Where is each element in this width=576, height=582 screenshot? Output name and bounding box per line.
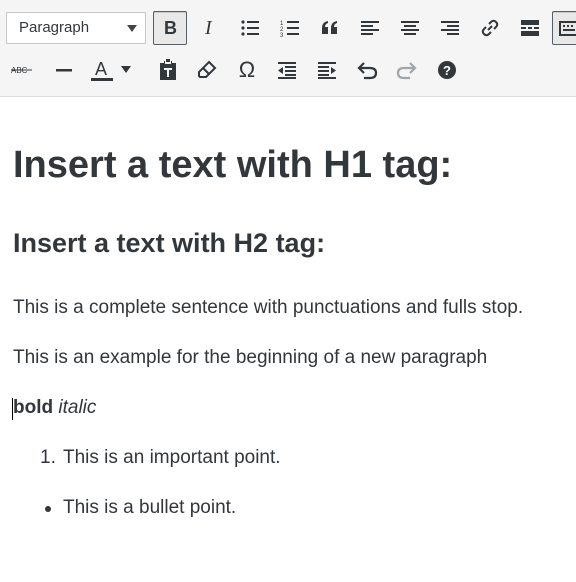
list-item-text: This is a bullet point. — [63, 497, 237, 518]
undo-button[interactable] — [350, 53, 384, 87]
bullet-list-button[interactable] — [233, 11, 267, 45]
special-character-button[interactable]: Ω — [230, 53, 264, 87]
read-more-button[interactable] — [513, 11, 547, 45]
strikethrough-icon: ABC — [10, 60, 34, 80]
strikethrough-button[interactable]: ABC — [5, 53, 39, 87]
paste-as-text-button[interactable] — [151, 53, 185, 87]
bullet-list: This is a bullet point. — [45, 497, 237, 519]
list-item-number: 1. — [40, 447, 56, 468]
bold-icon: B — [160, 18, 180, 38]
redo-icon — [396, 60, 418, 80]
omega-icon: Ω — [238, 57, 256, 82]
bold-button[interactable]: B — [153, 11, 187, 45]
increase-indent-button[interactable] — [310, 53, 344, 87]
bullet-list-icon — [240, 18, 260, 38]
editor-toolbar: Paragraph B I 1 2 3 ABC A Ω ? — [0, 0, 576, 97]
help-label: ? — [443, 63, 451, 78]
svg-text:3: 3 — [280, 33, 284, 38]
help-button[interactable]: ? — [430, 53, 464, 87]
horizontal-line-button[interactable] — [47, 53, 81, 87]
read-more-icon — [520, 18, 540, 38]
indent-icon — [317, 60, 337, 80]
ordered-list: 1. This is an important point. — [40, 447, 281, 469]
list-item-text: This is an important point. — [63, 447, 281, 468]
paste-text-icon — [158, 59, 178, 81]
horizontal-line-icon — [54, 60, 74, 80]
eraser-icon — [197, 60, 217, 80]
outdent-icon — [277, 60, 297, 80]
italic-text: italic — [58, 397, 97, 418]
paragraph: This is a complete sentence with punctua… — [13, 297, 524, 318]
text-color-button[interactable]: A — [87, 53, 142, 87]
bullet-icon — [45, 506, 51, 512]
numbered-list-icon: 1 2 3 — [280, 18, 300, 38]
link-icon — [480, 18, 500, 38]
blockquote-icon — [320, 18, 340, 38]
numbered-list-button[interactable]: 1 2 3 — [273, 11, 307, 45]
svg-text:B: B — [164, 18, 177, 38]
clear-formatting-button[interactable] — [190, 53, 224, 87]
chevron-down-icon — [127, 25, 137, 32]
help-icon: ? — [437, 60, 457, 80]
insert-link-button[interactable] — [473, 11, 507, 45]
align-center-icon — [400, 18, 420, 38]
align-center-button[interactable] — [393, 11, 427, 45]
align-left-icon — [360, 18, 380, 38]
toolbar-toggle-button[interactable] — [552, 11, 576, 45]
paragraph: This is an example for the beginning of … — [13, 347, 488, 368]
text-color-label: A — [95, 59, 107, 79]
list-item: This is a bullet point. — [45, 497, 237, 519]
format-select-value: Paragraph — [19, 19, 90, 36]
chevron-down-icon — [121, 66, 131, 74]
align-left-button[interactable] — [353, 11, 387, 45]
align-right-button[interactable] — [433, 11, 467, 45]
toolbar-row-1: Paragraph B I 1 2 3 — [0, 8, 576, 48]
toolbar-row-2: ABC A Ω ? — [0, 50, 576, 90]
heading-2: Insert a text with H2 tag: — [13, 228, 326, 258]
italic-button[interactable]: I — [192, 11, 226, 45]
format-select[interactable]: Paragraph — [6, 12, 146, 44]
text-cursor — [12, 398, 13, 420]
text-color-icon: A — [91, 58, 113, 82]
decrease-indent-button[interactable] — [270, 53, 304, 87]
heading-1: Insert a text with H1 tag: — [13, 144, 453, 186]
bold-text: bold — [13, 397, 54, 418]
blockquote-button[interactable] — [313, 11, 347, 45]
italic-icon: I — [199, 18, 219, 38]
undo-icon — [356, 60, 378, 80]
redo-button[interactable] — [390, 53, 424, 87]
keyboard-icon — [559, 18, 576, 38]
svg-text:I: I — [204, 18, 213, 38]
list-item: 1. This is an important point. — [40, 447, 281, 469]
align-right-icon — [440, 18, 460, 38]
formatted-paragraph: bold italic — [12, 397, 97, 420]
